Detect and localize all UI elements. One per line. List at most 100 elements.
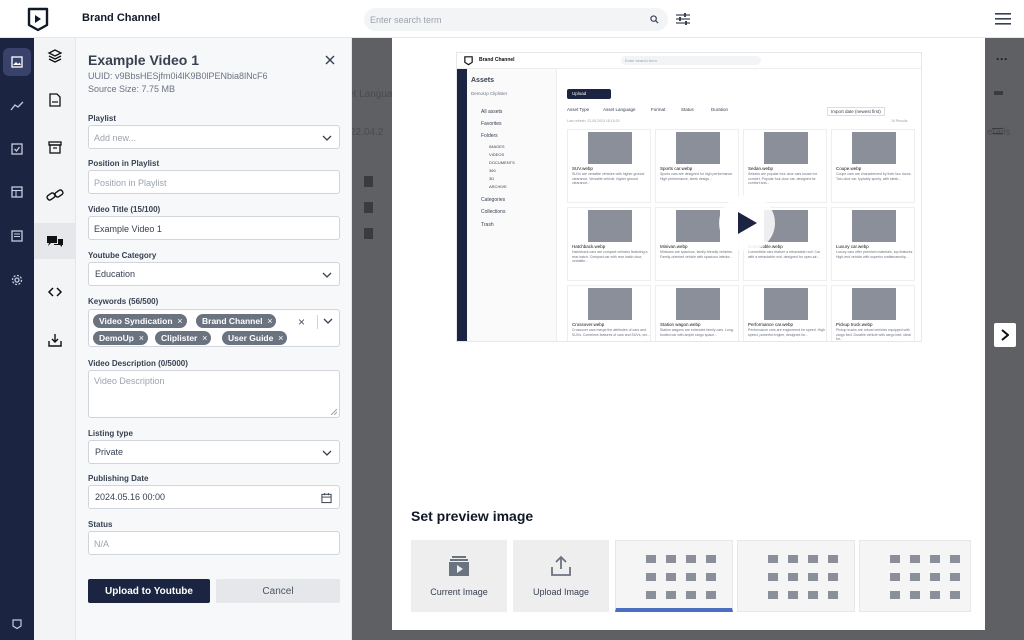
nav-documents[interactable] — [3, 222, 31, 250]
brand-name: Brand Channel — [82, 12, 161, 24]
video-title-input[interactable] — [94, 222, 314, 235]
frame-thumbnail[interactable] — [737, 540, 855, 612]
listing-select[interactable]: Private — [88, 440, 340, 464]
search-button[interactable] — [645, 10, 664, 29]
image-gallery-icon — [11, 56, 23, 68]
upload-image-option[interactable]: Upload Image — [513, 540, 609, 612]
play-button[interactable] — [719, 195, 775, 251]
calendar-icon[interactable] — [321, 492, 332, 503]
hamburger-icon — [995, 13, 1011, 25]
frame-mini-thumb — [768, 591, 778, 599]
description-field[interactable] — [88, 370, 340, 418]
publishing-date-field[interactable]: 2024.05.16 00:00 — [88, 485, 340, 509]
tool-file[interactable] — [34, 82, 76, 118]
tool-download[interactable] — [34, 322, 76, 358]
filter-settings-button[interactable] — [674, 10, 692, 28]
description-textarea[interactable] — [94, 376, 330, 410]
remove-chip-icon[interactable]: × — [177, 314, 182, 328]
asset-description: Luxury cars offer premium materials, top… — [836, 250, 914, 259]
logo[interactable] — [0, 0, 76, 38]
video-frame-sidebar-item: Trash — [481, 222, 494, 228]
nav-tasks[interactable] — [3, 135, 31, 163]
video-frame-assets-title: Assets — [471, 77, 494, 84]
video-frame-filter: Duration — [711, 107, 729, 112]
tool-syndication[interactable] — [34, 223, 76, 259]
playlist-input[interactable] — [94, 131, 314, 144]
tool-layers[interactable] — [34, 38, 76, 74]
checkbox-icon — [11, 143, 23, 155]
position-input[interactable] — [94, 176, 314, 189]
keyword-chip[interactable]: Brand Channel × — [196, 314, 277, 328]
playlist-select[interactable] — [88, 125, 340, 149]
remove-chip-icon[interactable]: × — [139, 331, 144, 345]
nav-assets[interactable] — [3, 48, 31, 76]
video-frame-sidebar-item: ARCHIVE — [489, 184, 507, 189]
position-field[interactable] — [88, 170, 340, 194]
frame-mini-thumb — [930, 573, 940, 581]
top-header: Brand Channel — [0, 0, 1024, 38]
nav-settings[interactable] — [3, 266, 31, 294]
cancel-button[interactable]: Cancel — [216, 579, 340, 603]
frame-mini-thumb — [808, 555, 818, 563]
code-brackets-icon — [47, 287, 63, 297]
video-frame-sidebar-item: Collections — [481, 209, 506, 215]
frame-mini-thumb — [706, 573, 716, 581]
frame-thumbnail[interactable] — [615, 540, 733, 612]
frame-mini-thumb — [666, 591, 676, 599]
download-tray-icon — [48, 334, 62, 347]
clear-keywords-icon[interactable]: × — [298, 315, 305, 329]
frame-thumbnail[interactable] — [859, 540, 971, 612]
tool-link[interactable] — [34, 177, 76, 213]
keywords-field[interactable]: Video Syndication × Brand Channel × DemoUp… — [88, 309, 340, 347]
asset-card: Crossover.webp Crossover cars merge the a… — [567, 285, 651, 341]
tool-archive[interactable] — [34, 129, 76, 165]
asset-card: Coupe.webp Coupe cars are characterized b… — [831, 129, 915, 203]
description-label: Video Description (0/5000) — [88, 359, 188, 368]
chevron-down-icon — [321, 447, 332, 458]
backdrop-image-icon — [364, 202, 373, 213]
remove-chip-icon[interactable]: × — [267, 314, 272, 328]
frame-mini-thumb — [788, 555, 798, 563]
keyword-chip[interactable]: DemoUp × — [93, 331, 148, 345]
upload-to-youtube-button[interactable]: Upload to Youtube — [88, 579, 210, 603]
frame-mini-thumb — [768, 573, 778, 581]
resize-handle-icon[interactable] — [331, 409, 337, 415]
asset-description: Pickup trucks are robust vehicles equipp… — [836, 328, 911, 341]
nav-tables[interactable] — [3, 178, 31, 206]
status-field[interactable] — [88, 531, 340, 555]
remove-chip-icon[interactable]: × — [202, 331, 207, 345]
current-image-option[interactable]: Current Image — [411, 540, 507, 612]
link-icon — [46, 189, 64, 201]
video-player[interactable]: Brand Channel Enter search term Assets D… — [456, 52, 922, 342]
asset-thumbnail — [764, 288, 808, 320]
keyword-chip[interactable]: Video Syndication × — [93, 314, 187, 328]
close-panel-button[interactable] — [322, 52, 338, 68]
video-stack-icon — [449, 556, 469, 576]
tool-embed-code[interactable] — [34, 274, 76, 310]
asset-thumbnail — [852, 132, 896, 164]
video-frame-client: DemoUp Cliplister — [471, 91, 508, 96]
frame-mini-thumb — [950, 573, 960, 581]
video-uuid: UUID: v9BbsHESjfm0i4lK9B0lPENbia8lNcF6 — [88, 71, 268, 81]
nav-brand[interactable] — [3, 610, 31, 638]
keyword-chip[interactable]: Cliplister × — [155, 331, 212, 345]
hamburger-menu-button[interactable] — [993, 10, 1013, 28]
frame-mini-thumb — [890, 591, 900, 599]
nav-analytics[interactable] — [3, 92, 31, 120]
next-asset-button[interactable] — [994, 323, 1016, 347]
video-frame-filter: Format — [651, 107, 666, 112]
more-options-icon[interactable]: ··· — [996, 52, 1008, 66]
frame-mini-thumb — [808, 573, 818, 581]
chevron-down-icon[interactable] — [322, 315, 334, 327]
category-select[interactable]: Education — [88, 262, 340, 286]
keyword-chip[interactable]: User Guide × — [222, 331, 288, 345]
video-title-label: Video Title (15/100) — [88, 205, 161, 214]
asset-description: Hatchback cars are compact vehicles feat… — [572, 250, 648, 263]
video-title-field[interactable] — [88, 216, 340, 240]
asset-card: Pickup truck.webp Pickup trucks are robus… — [831, 285, 915, 341]
backdrop-language-text: et Langua — [348, 89, 393, 100]
remove-chip-icon[interactable]: × — [278, 331, 283, 345]
video-frame-header: Brand Channel Enter search term — [457, 53, 921, 69]
search-input[interactable] — [370, 11, 630, 28]
status-input[interactable] — [94, 537, 314, 550]
